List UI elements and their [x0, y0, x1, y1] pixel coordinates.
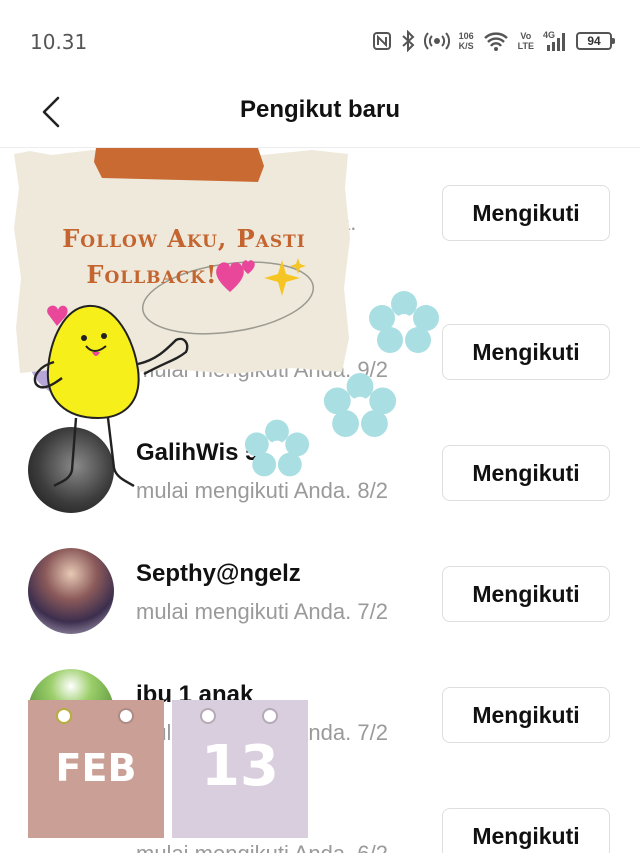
calendar-day-tile: 13	[172, 700, 308, 838]
signal-icon: 4G	[543, 30, 567, 52]
follow-subtitle: mulai mengikuti Anda. 6/2	[136, 841, 388, 853]
hotspot-icon	[423, 30, 450, 52]
following-button[interactable]: Mengikuti	[442, 185, 610, 241]
hearts-icon	[216, 260, 255, 292]
battery-icon: 94	[576, 32, 615, 50]
sticker-text-line1: Follow Aku, Pasti	[62, 224, 306, 253]
list-item: Septhy@ngelz mulai mengikuti Anda. 7/2 M…	[0, 529, 640, 650]
following-button[interactable]: Mengikuti	[442, 687, 610, 743]
network-type-label: 4G	[543, 30, 555, 40]
avatar[interactable]	[28, 548, 114, 634]
follower-name[interactable]: Septhy@ngelz	[136, 560, 301, 588]
battery-level: 94	[587, 34, 601, 48]
network-speed: 106 K/S	[458, 31, 474, 51]
following-button[interactable]: Mengikuti	[442, 566, 610, 622]
calendar-month-tile: FEB	[28, 700, 164, 838]
sparkles-icon	[264, 258, 306, 296]
calendar-month: FEB	[55, 746, 137, 790]
flower-icon	[323, 373, 397, 437]
volte-indicator: Vo LTE	[517, 31, 534, 51]
wifi-icon	[483, 31, 509, 51]
flower-icon	[369, 291, 439, 353]
following-button[interactable]: Mengikuti	[442, 324, 610, 380]
yellow-character-sticker	[33, 304, 189, 488]
nfc-icon	[372, 31, 392, 51]
bluetooth-icon	[401, 30, 415, 52]
follow-subtitle: mulai mengikuti Anda. 7/2	[136, 599, 388, 624]
calendar-day: 13	[201, 734, 279, 799]
status-icons: 106 K/S Vo LTE 4G 94	[372, 26, 615, 56]
calendar-rings-icon	[200, 708, 278, 724]
status-bar: 10.31 106 K/S Vo LTE 4G 94	[0, 0, 640, 80]
following-button[interactable]: Mengikuti	[442, 808, 610, 853]
flower-icon	[244, 419, 310, 477]
calendar-rings-icon	[56, 708, 134, 724]
following-button[interactable]: Mengikuti	[442, 445, 610, 501]
page-title: Pengikut baru	[239, 96, 401, 123]
status-time: 10.31	[30, 30, 88, 54]
app-header: Pengikut baru	[0, 80, 640, 148]
